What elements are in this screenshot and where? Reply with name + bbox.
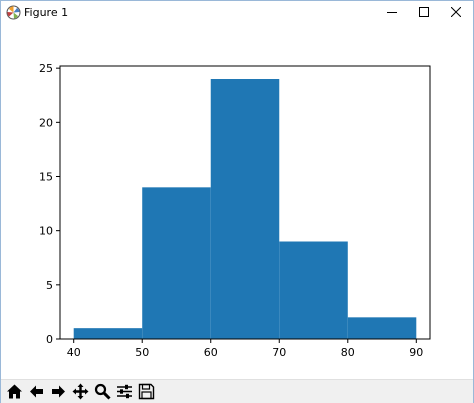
histogram-chart: 40 50 60 70 80 90 0 5 10 15 20 25 — [39, 62, 431, 359]
zoom-button[interactable] — [93, 382, 112, 401]
y-tick-label: 0 — [46, 333, 53, 346]
x-tick-label: 50 — [135, 346, 149, 359]
y-tick-label: 5 — [46, 279, 53, 292]
save-button[interactable] — [137, 382, 156, 401]
navigation-toolbar — [1, 379, 473, 403]
close-button[interactable] — [439, 1, 473, 23]
configure-subplots-icon — [117, 384, 132, 399]
minimize-button[interactable] — [375, 1, 409, 23]
x-tick-label: 60 — [204, 346, 218, 359]
bars-group — [73, 79, 417, 339]
histogram-bar — [279, 241, 348, 339]
figure-canvas[interactable]: 40 50 60 70 80 90 0 5 10 15 20 25 — [1, 25, 473, 377]
title-bar[interactable]: Figure 1 — [1, 1, 473, 24]
close-icon — [451, 7, 461, 17]
x-tick-label: 90 — [409, 346, 423, 359]
histogram-bar — [347, 317, 417, 339]
back-arrow-icon — [30, 385, 43, 398]
matplotlib-logo-icon — [6, 5, 21, 20]
home-button[interactable] — [5, 382, 24, 401]
x-tick-label: 80 — [341, 346, 355, 359]
home-icon — [7, 384, 22, 399]
minimize-icon — [387, 12, 397, 13]
x-axis-ticks: 40 50 60 70 80 90 — [67, 339, 423, 359]
x-tick-label: 40 — [67, 346, 81, 359]
histogram-bar — [73, 328, 143, 339]
save-icon — [138, 383, 155, 400]
maximize-icon — [419, 7, 429, 17]
forward-button[interactable] — [49, 382, 68, 401]
pan-button[interactable] — [71, 382, 90, 401]
maximize-button[interactable] — [407, 1, 441, 23]
y-axis-ticks: 0 5 10 15 20 25 — [39, 62, 60, 346]
y-tick-label: 25 — [39, 62, 53, 75]
pan-icon — [72, 383, 89, 400]
y-tick-label: 10 — [39, 225, 53, 238]
figure-window: Figure 1 40 50 60 70 80 90 0 5 10 15 20 25 — [0, 0, 474, 403]
histogram-bar — [142, 187, 211, 339]
zoom-icon — [94, 383, 111, 400]
configure-subplots-button[interactable] — [115, 382, 134, 401]
back-button[interactable] — [27, 382, 46, 401]
histogram-bar — [210, 79, 280, 339]
y-tick-label: 20 — [39, 116, 53, 129]
y-tick-label: 15 — [39, 171, 53, 184]
x-tick-label: 70 — [272, 346, 286, 359]
forward-arrow-icon — [52, 385, 65, 398]
window-title: Figure 1 — [24, 6, 69, 19]
